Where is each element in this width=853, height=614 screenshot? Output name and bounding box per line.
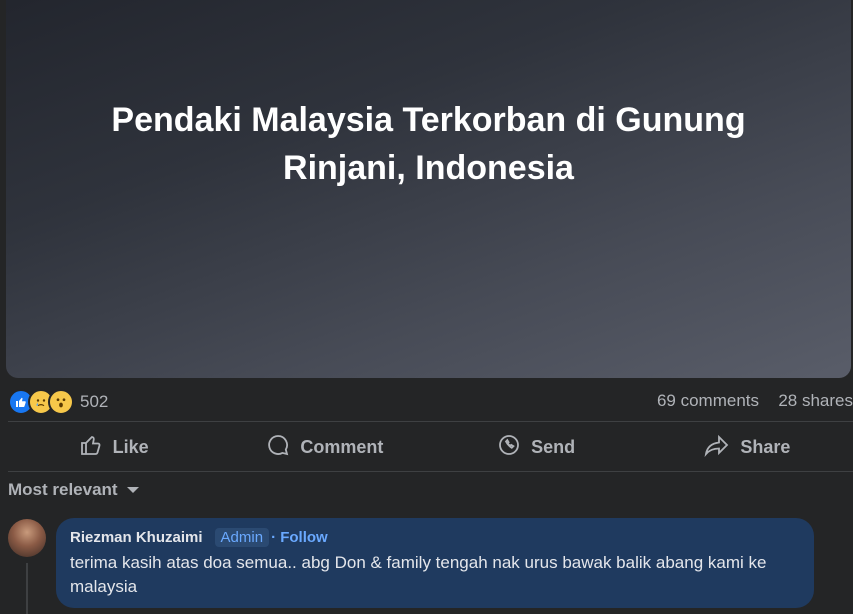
divider <box>8 421 853 422</box>
reactions-summary[interactable]: 502 <box>8 389 108 415</box>
comment-bubble: Riezman Khuzaimi Admin · Follow terima k… <box>56 518 814 608</box>
shares-count[interactable]: 28 shares <box>778 391 853 411</box>
comment-author[interactable]: Riezman Khuzaimi <box>70 529 203 546</box>
avatar[interactable] <box>8 519 46 557</box>
like-button[interactable]: Like <box>8 426 219 468</box>
post-stats-bar: 502 69 comments 28 shares <box>8 386 853 416</box>
wow-icon <box>48 389 74 415</box>
admin-badge: Admin <box>214 528 270 547</box>
thumbs-up-icon <box>79 433 103 462</box>
like-label: Like <box>112 436 149 457</box>
thread-line <box>26 563 28 614</box>
share-label: Share <box>740 436 791 457</box>
sort-label: Most relevant <box>8 480 118 499</box>
share-arrow-icon <box>704 433 730 462</box>
send-button[interactable]: Send <box>431 426 642 468</box>
comment-button[interactable]: Comment <box>219 426 430 468</box>
comment-icon <box>266 433 290 462</box>
send-label: Send <box>531 436 576 457</box>
messenger-icon <box>497 433 521 462</box>
follow-link[interactable]: · Follow <box>271 529 328 546</box>
divider <box>8 471 853 472</box>
comment-sort-dropdown[interactable]: Most relevant <box>8 480 140 500</box>
post-title: Pendaki Malaysia Terkorban di Gunung Rin… <box>111 101 746 187</box>
share-button[interactable]: Share <box>642 426 853 468</box>
post-image-card[interactable]: Pendaki Malaysia Terkorban di Gunung Rin… <box>6 0 851 378</box>
comment-header: Riezman Khuzaimi Admin · Follow <box>70 528 800 547</box>
reaction-count[interactable]: 502 <box>80 392 108 412</box>
comment-text: terima kasih atas doa semua.. abg Don & … <box>70 553 767 596</box>
post-actions: Like Comment Send Share <box>8 426 853 468</box>
chevron-down-icon <box>126 480 140 500</box>
comment-label: Comment <box>300 436 384 457</box>
comments-count[interactable]: 69 comments <box>657 391 759 411</box>
